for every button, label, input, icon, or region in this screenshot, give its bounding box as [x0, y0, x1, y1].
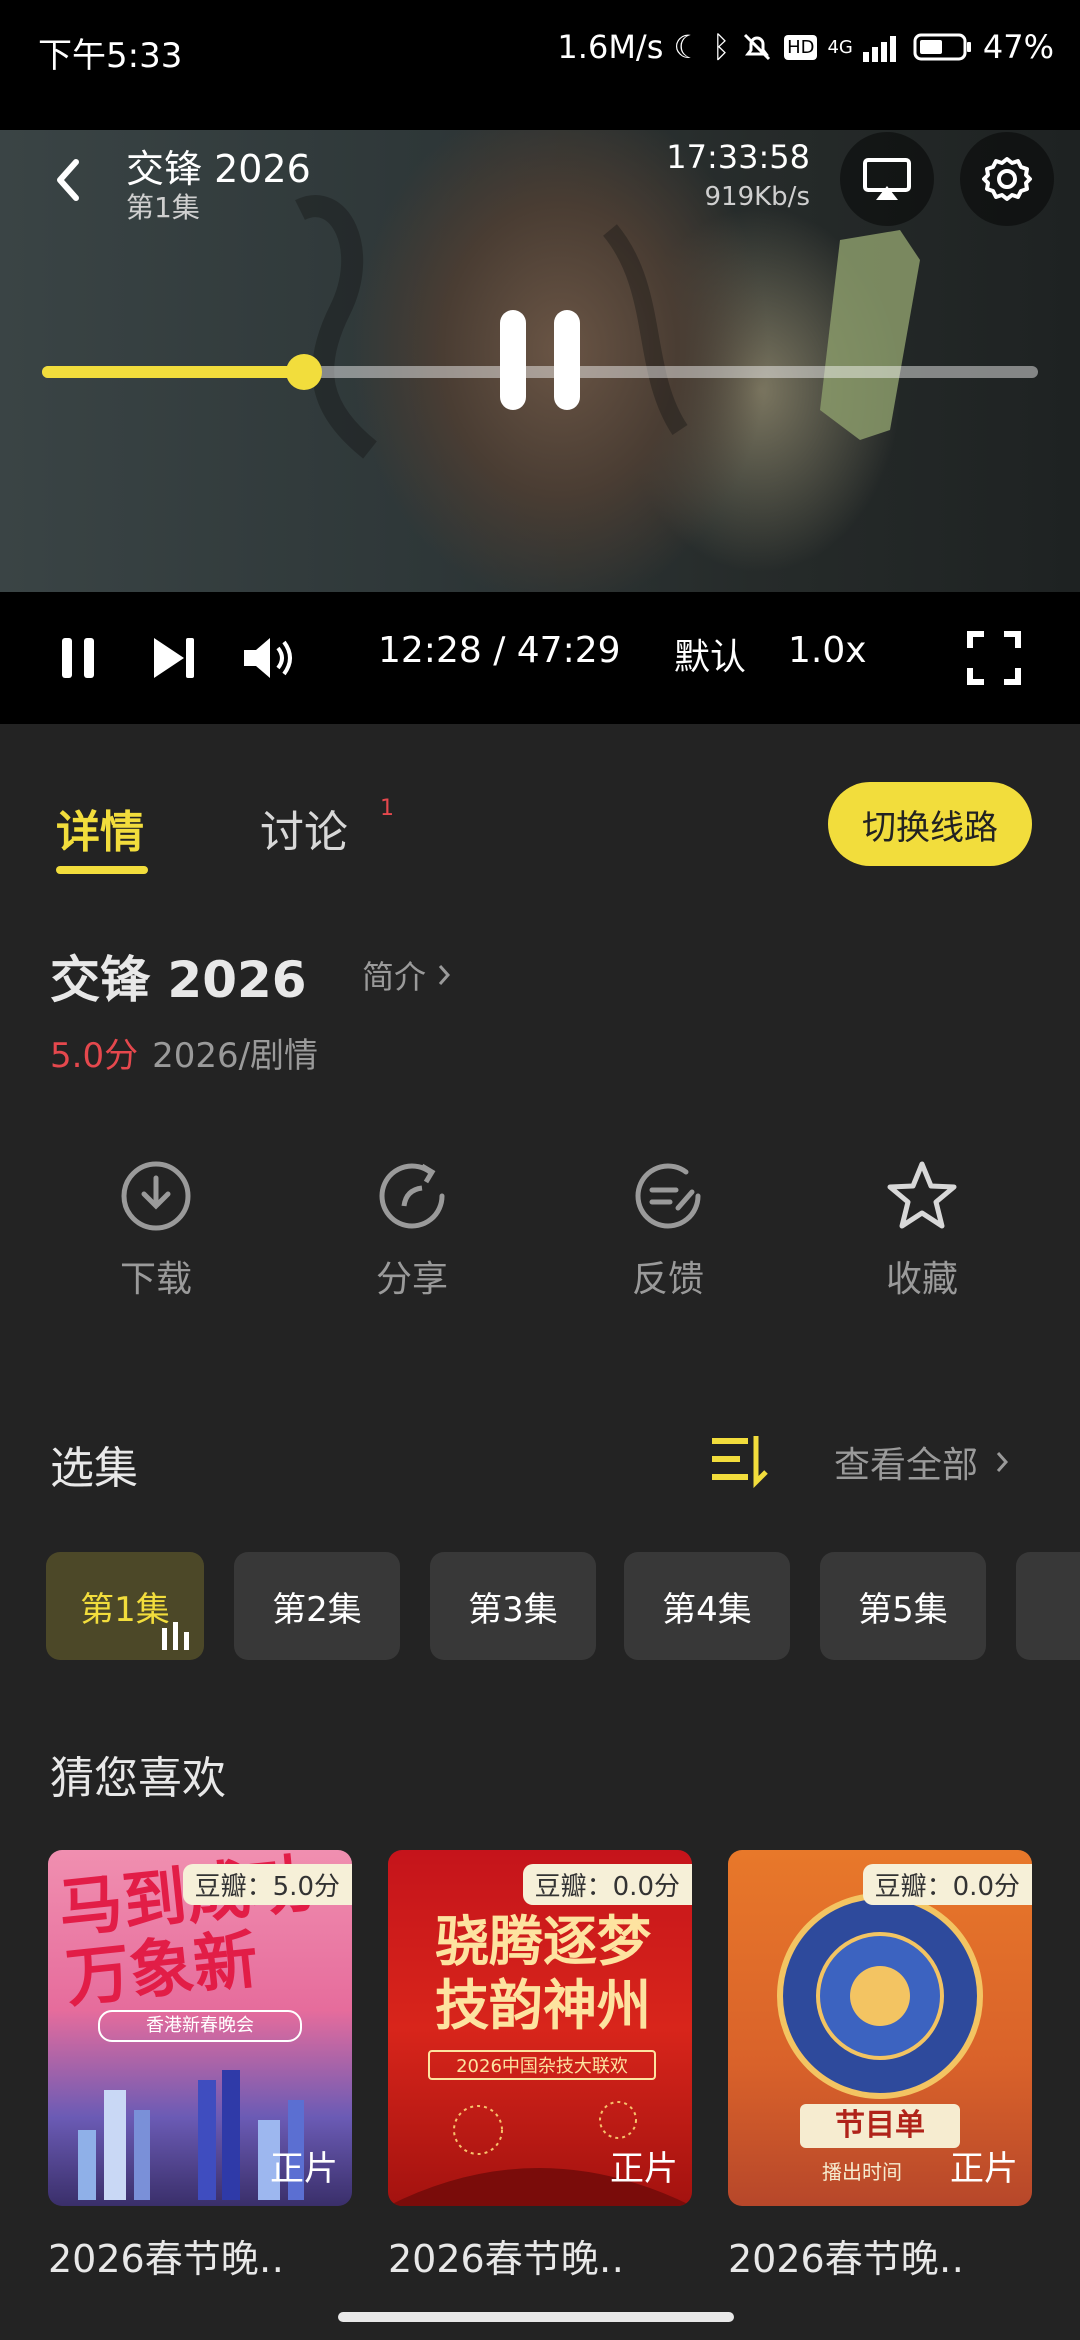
video-player[interactable]: 交锋 2026 第1集 17:33:58 919Kb/s [0, 130, 1080, 592]
poster-text: 骁腾逐梦 技韵神州 [435, 1910, 651, 2037]
favorite-label: 收藏 [885, 1259, 958, 1300]
network-type: 4G [827, 36, 853, 58]
control-bar: 12:28 / 47:29 默认 1.0x [0, 592, 1080, 724]
poster-subtitle: 2026中国杂技大联欢 [428, 2050, 656, 2080]
video-clock: 17:33:58 [666, 138, 810, 176]
episode-2[interactable]: 第2集 [234, 1552, 400, 1660]
settings-button[interactable] [960, 132, 1054, 226]
status-icons: 1.6M/s ☾ ᛒ HD 4G 47% [557, 28, 1054, 66]
bell-off-icon [744, 33, 771, 61]
douban-score-badge: 豆瓣：5.0分 [182, 1864, 352, 1905]
back-arrow-icon[interactable] [48, 150, 88, 210]
net-speed: 1.6M/s [557, 28, 664, 66]
volume-icon[interactable] [240, 630, 300, 686]
video-title: 交锋 2026 [126, 147, 311, 191]
intro-link-label: 简介 [362, 958, 427, 996]
episode-4[interactable]: 第4集 [624, 1552, 790, 1660]
pause-bar-left [500, 310, 526, 410]
feedback-action[interactable]: 反馈 [578, 1158, 758, 1302]
status-time: 下午5:33 [38, 36, 183, 76]
recommend-heading: 猜您喜欢 [50, 1753, 226, 1804]
background-calligraphy [295, 195, 688, 459]
chevron-right-icon [438, 965, 451, 985]
next-icon[interactable] [150, 630, 200, 686]
recommend-title-2: 2026春节晚‥ [388, 2237, 625, 2281]
view-all-link[interactable]: 查看全部 [834, 1436, 1014, 1488]
star-icon [887, 1161, 957, 1229]
tab-discuss[interactable]: 讨论 [260, 796, 348, 860]
episode-1[interactable]: 第1集 [46, 1552, 204, 1660]
share-action[interactable]: 分享 [322, 1158, 502, 1302]
playing-icon [162, 1622, 189, 1650]
moon-icon: ☾ [673, 28, 703, 66]
hd-icon: HD [784, 34, 818, 60]
feedback-icon [635, 1163, 701, 1229]
fullscreen-icon[interactable] [964, 628, 1024, 688]
tab-details[interactable]: 详情 [56, 796, 144, 860]
video-bitrate: 919Kb/s [704, 182, 811, 212]
recommend-card-1[interactable]: 马到成功 万象新 香港新春晚会 豆瓣：5.0分 正片 [48, 1850, 352, 2206]
douban-score-badge: 豆瓣：0.0分 [522, 1864, 692, 1905]
speed-button[interactable]: 1.0x [788, 630, 867, 671]
douban-score-badge: 豆瓣：0.0分 [862, 1864, 1032, 1905]
episode-5[interactable]: 第5集 [820, 1552, 986, 1660]
episode-label: 第5集 [858, 1589, 948, 1630]
episode-3[interactable]: 第3集 [430, 1552, 596, 1660]
recommend-card-2[interactable]: 骁腾逐梦 技韵神州 2026中国杂技大联欢 豆瓣：0.0分 正片 [388, 1850, 692, 2206]
chevron-right-icon [996, 1452, 1009, 1472]
home-indicator[interactable] [338, 2312, 734, 2322]
recommend-title-3: 2026春节晚‥ [728, 2237, 965, 2281]
phone-handset-image [820, 230, 920, 440]
gear-icon [982, 157, 1032, 201]
view-all-label: 查看全部 [834, 1445, 979, 1486]
score: 5.0分 [50, 1036, 139, 1076]
progress-knob[interactable] [285, 354, 322, 390]
video-episode: 第1集 [126, 191, 200, 224]
episode-label: 第2集 [272, 1589, 362, 1630]
download-action[interactable]: 下载 [66, 1158, 246, 1302]
signal-icon [862, 36, 896, 62]
download-icon [121, 1161, 191, 1231]
score-row: 5.0分 2026/剧情 [50, 1028, 318, 1077]
progress-fill [42, 366, 304, 378]
discuss-badge: 1 [380, 796, 394, 821]
center-pause-button[interactable] [500, 310, 580, 410]
battery-percent: 47% [982, 28, 1054, 66]
recommend-title-1: 2026春节晚‥ [48, 2237, 285, 2281]
poster-subtitle: 香港新春晚会 [98, 2010, 302, 2042]
status-bar: 下午5:33 1.6M/s ☾ ᛒ HD 4G 47% [0, 0, 1080, 130]
poster-emblem-image [777, 1893, 983, 2099]
meta: 2026/剧情 [152, 1036, 319, 1076]
tag-badge: 正片 [270, 2149, 338, 2189]
recommend-card-3[interactable]: 节目单 播出时间 豆瓣：0.0分 正片 [728, 1850, 1032, 2206]
intro-link[interactable]: 简介 [362, 952, 456, 998]
poster-text: 节目单 [800, 2104, 960, 2148]
poster-subtitle: 播出时间 [822, 2160, 902, 2184]
share-icon [379, 1163, 445, 1229]
pause-icon[interactable] [58, 630, 98, 686]
battery-icon [913, 33, 971, 61]
episode-label: 第3集 [468, 1589, 558, 1630]
share-label: 分享 [375, 1259, 448, 1300]
episode-6-partial[interactable] [1016, 1552, 1080, 1660]
download-label: 下载 [119, 1259, 192, 1300]
favorite-action[interactable]: 收藏 [832, 1158, 1012, 1302]
episode-label: 第1集 [80, 1589, 170, 1630]
tag-badge: 正片 [610, 2149, 678, 2189]
tab-details-underline [56, 866, 148, 874]
switch-line-button[interactable]: 切换线路 [828, 782, 1032, 866]
episodes-heading: 选集 [50, 1443, 138, 1494]
progress-track[interactable] [42, 354, 1038, 390]
show-title: 交锋 2026 [50, 951, 307, 1009]
quality-button[interactable]: 默认 [674, 628, 746, 680]
time-display: 12:28 / 47:29 [378, 630, 621, 671]
bluetooth-icon: ᛒ [712, 29, 731, 65]
tag-badge: 正片 [950, 2149, 1018, 2189]
episode-label: 第4集 [662, 1589, 752, 1630]
cast-button[interactable] [840, 132, 934, 226]
pause-bar-right [554, 310, 580, 410]
sort-icon[interactable] [710, 1432, 770, 1488]
cast-icon [863, 158, 911, 200]
feedback-label: 反馈 [631, 1259, 704, 1300]
